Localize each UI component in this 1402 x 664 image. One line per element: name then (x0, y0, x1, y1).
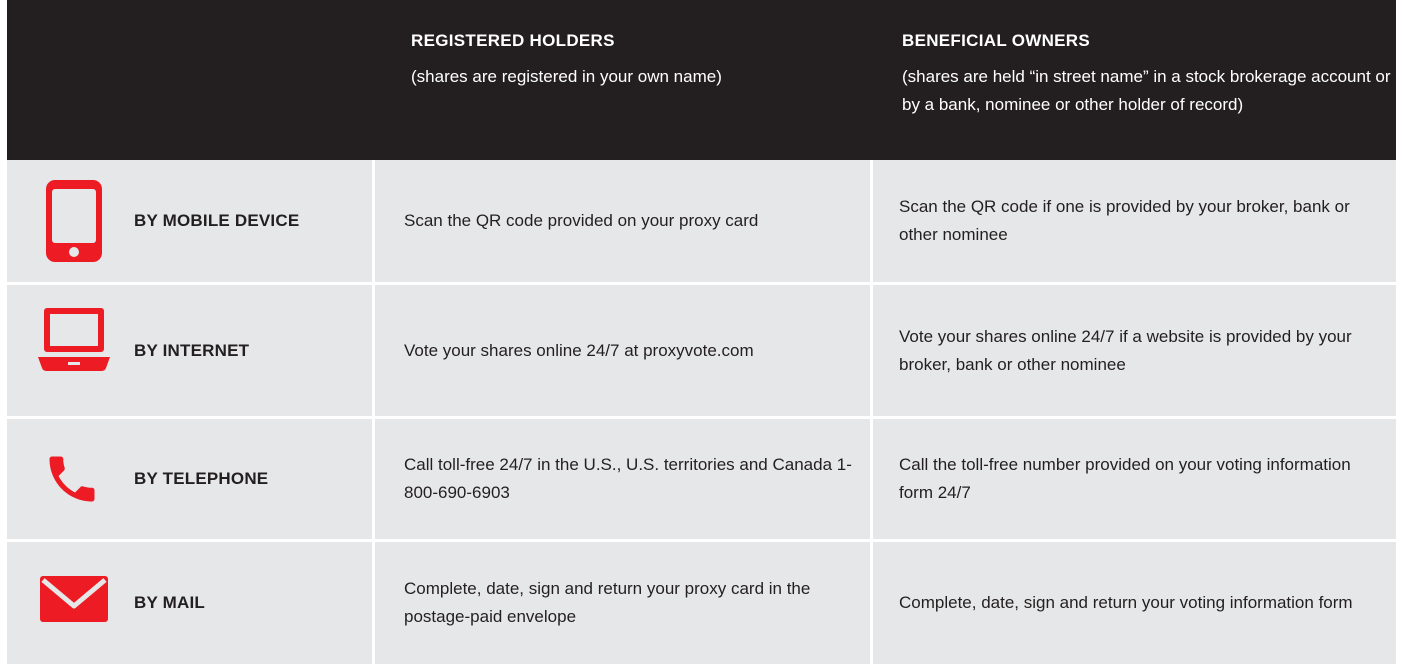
method-cell: BY MAIL (7, 542, 375, 664)
telephone-icon (49, 456, 95, 502)
registered-cell: Complete, date, sign and return your pro… (375, 542, 873, 664)
table-row: BY INTERNET Vote your shares online 24/7… (7, 285, 1396, 419)
header-beneficial-owners: BENEFICIAL OWNERS (shares are held “in s… (873, 0, 1396, 160)
laptop-icon (38, 308, 110, 371)
method-label-mail: BY MAIL (134, 593, 205, 612)
registered-holders-title: REGISTERED HOLDERS (411, 31, 615, 50)
registered-cell: Call toll-free 24/7 in the U.S., U.S. te… (375, 419, 873, 539)
header-registered-holders: REGISTERED HOLDERS (shares are registere… (375, 0, 873, 160)
table-header: REGISTERED HOLDERS (shares are registere… (7, 0, 1396, 160)
header-empty-cell (7, 0, 375, 160)
envelope-icon (40, 576, 108, 622)
registered-instruction: Call toll-free 24/7 in the U.S., U.S. te… (404, 455, 852, 502)
mobile-phone-icon (46, 180, 102, 262)
beneficial-instruction: Complete, date, sign and return your vot… (899, 593, 1353, 612)
beneficial-instruction: Vote your shares online 24/7 if a websit… (899, 326, 1352, 374)
beneficial-cell: Call the toll-free number provided on yo… (873, 419, 1396, 539)
beneficial-instruction: Scan the QR code if one is provided by y… (899, 197, 1350, 244)
beneficial-owners-subtitle: (shares are held “in street name” in a s… (902, 67, 1391, 114)
registered-cell: Vote your shares online 24/7 at proxyvot… (375, 285, 873, 416)
beneficial-owners-title: BENEFICIAL OWNERS (902, 31, 1091, 50)
registered-instruction: Complete, date, sign and return your pro… (404, 579, 811, 626)
registered-cell: Scan the QR code provided on your proxy … (375, 160, 873, 282)
method-label-internet: BY INTERNET (134, 340, 250, 360)
table-row: BY TELEPHONE Call toll-free 24/7 in the … (7, 419, 1396, 542)
registered-holders-subtitle: (shares are registered in your own name) (411, 67, 722, 86)
method-label-mobile: BY MOBILE DEVICE (134, 211, 300, 230)
registered-instruction: Vote your shares online 24/7 at proxyvot… (404, 340, 754, 360)
method-cell: BY TELEPHONE (7, 419, 375, 539)
method-cell: BY MOBILE DEVICE (7, 160, 375, 282)
beneficial-instruction: Call the toll-free number provided on yo… (899, 455, 1351, 502)
beneficial-cell: Complete, date, sign and return your vot… (873, 542, 1396, 664)
method-cell: BY INTERNET (7, 285, 375, 416)
method-label-telephone: BY TELEPHONE (134, 469, 269, 488)
table-row: BY MAIL Complete, date, sign and return … (7, 542, 1396, 664)
beneficial-cell: Scan the QR code if one is provided by y… (873, 160, 1396, 282)
beneficial-cell: Vote your shares online 24/7 if a websit… (873, 285, 1396, 416)
voting-methods-table: REGISTERED HOLDERS (shares are registere… (7, 0, 1396, 664)
registered-instruction: Scan the QR code provided on your proxy … (404, 211, 759, 230)
table-row: BY MOBILE DEVICE Scan the QR code provid… (7, 160, 1396, 285)
